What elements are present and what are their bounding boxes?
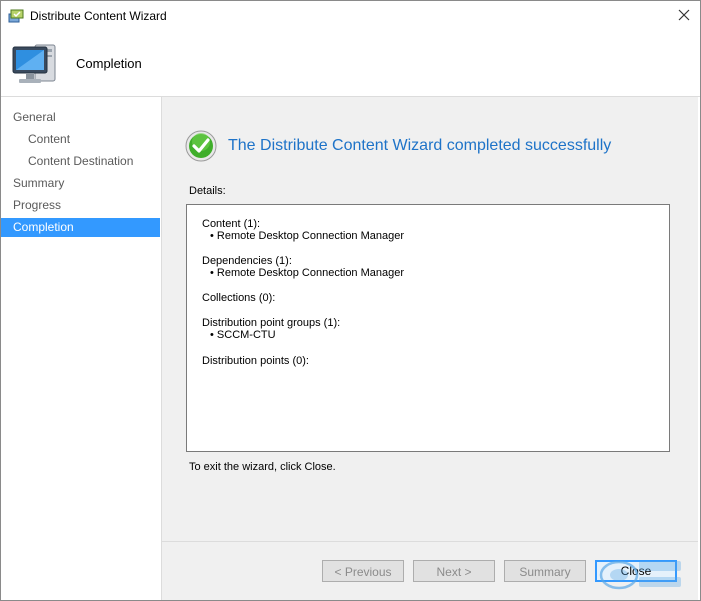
main-content: The Distribute Content Wizard completed … [162, 97, 698, 541]
close-icon[interactable] [676, 7, 692, 23]
title-bar: Distribute Content Wizard [1, 1, 700, 31]
nav-item-general[interactable]: General [1, 108, 160, 127]
wizard-window: Distribute Content Wizard Completion Gen… [0, 0, 701, 601]
exit-instruction: To exit the wizard, click Close. [189, 461, 336, 473]
details-label: Details: [189, 185, 226, 197]
next-button[interactable]: Next > [413, 560, 495, 582]
details-dp-section: Distribution points (0): [202, 355, 309, 367]
green-checkmark-icon [185, 130, 217, 162]
details-dependencies-section: Dependencies (1): • Remote Desktop Conne… [202, 255, 405, 279]
details-content-section: Content (1): • Remote Desktop Connection… [202, 218, 405, 242]
details-dp-groups-section: Distribution point groups (1): • SCCM-CT… [202, 317, 341, 341]
window-title: Distribute Content Wizard [30, 9, 167, 23]
details-panel[interactable]: Content (1): • Remote Desktop Connection… [186, 204, 670, 452]
wizard-app-icon [8, 9, 24, 23]
nav-item-content[interactable]: Content [1, 130, 160, 149]
previous-button[interactable]: < Previous [322, 560, 404, 582]
details-collections-section: Collections (0): [202, 292, 276, 304]
wizard-nav: General Content Content Destination Summ… [1, 97, 162, 600]
button-bar: < Previous Next > Summary Close [162, 541, 698, 600]
success-message: The Distribute Content Wizard completed … [228, 137, 612, 154]
nav-item-summary[interactable]: Summary [1, 174, 160, 193]
nav-item-content-destination[interactable]: Content Destination [1, 152, 160, 171]
close-button[interactable]: Close [595, 560, 677, 582]
nav-item-progress[interactable]: Progress [1, 196, 160, 215]
wizard-header: Completion [1, 31, 700, 97]
nav-item-completion[interactable]: Completion [1, 218, 160, 237]
summary-button[interactable]: Summary [504, 560, 586, 582]
computer-monitor-icon [12, 44, 56, 83]
page-title: Completion [76, 56, 142, 71]
